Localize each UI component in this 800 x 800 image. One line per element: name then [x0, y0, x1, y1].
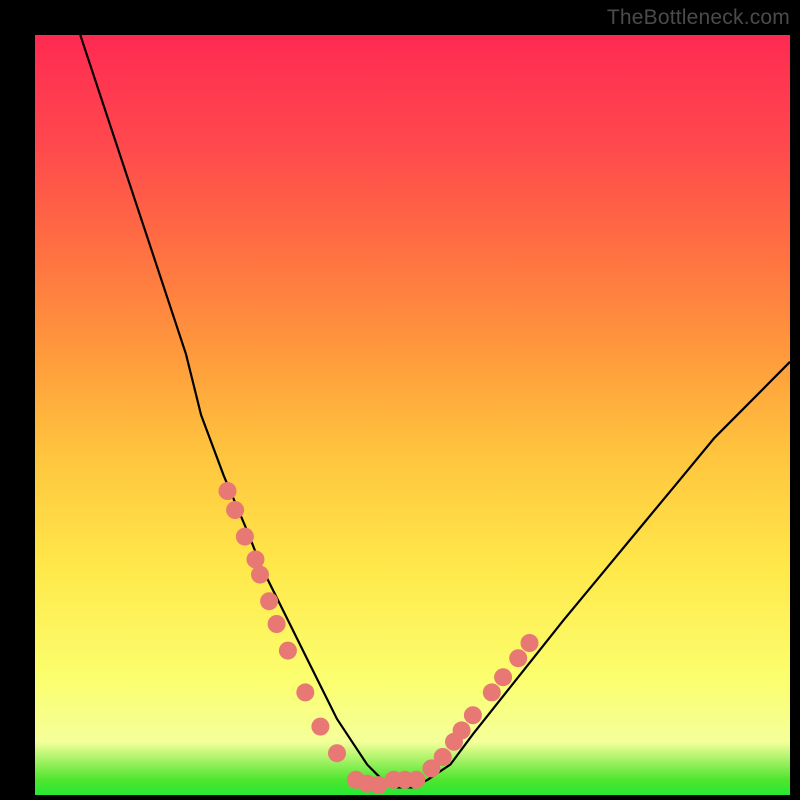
data-point	[279, 642, 297, 660]
chart-frame: TheBottleneck.com	[0, 0, 800, 800]
data-point	[219, 482, 237, 500]
data-point	[236, 528, 254, 546]
data-point	[453, 721, 471, 739]
data-point	[509, 649, 527, 667]
data-point	[226, 501, 244, 519]
data-point	[328, 744, 346, 762]
data-point	[464, 706, 482, 724]
bottleneck-curve	[80, 35, 790, 787]
data-point	[494, 668, 512, 686]
watermark-text: TheBottleneck.com	[607, 6, 790, 30]
data-point	[260, 592, 278, 610]
data-point	[311, 718, 329, 736]
data-dots	[219, 482, 539, 794]
chart-svg	[35, 35, 790, 795]
data-point	[483, 683, 501, 701]
data-point	[407, 771, 425, 789]
data-point	[251, 566, 269, 584]
data-point	[247, 550, 265, 568]
data-point	[434, 748, 452, 766]
data-point	[268, 615, 286, 633]
data-point	[296, 683, 314, 701]
data-point	[521, 634, 539, 652]
